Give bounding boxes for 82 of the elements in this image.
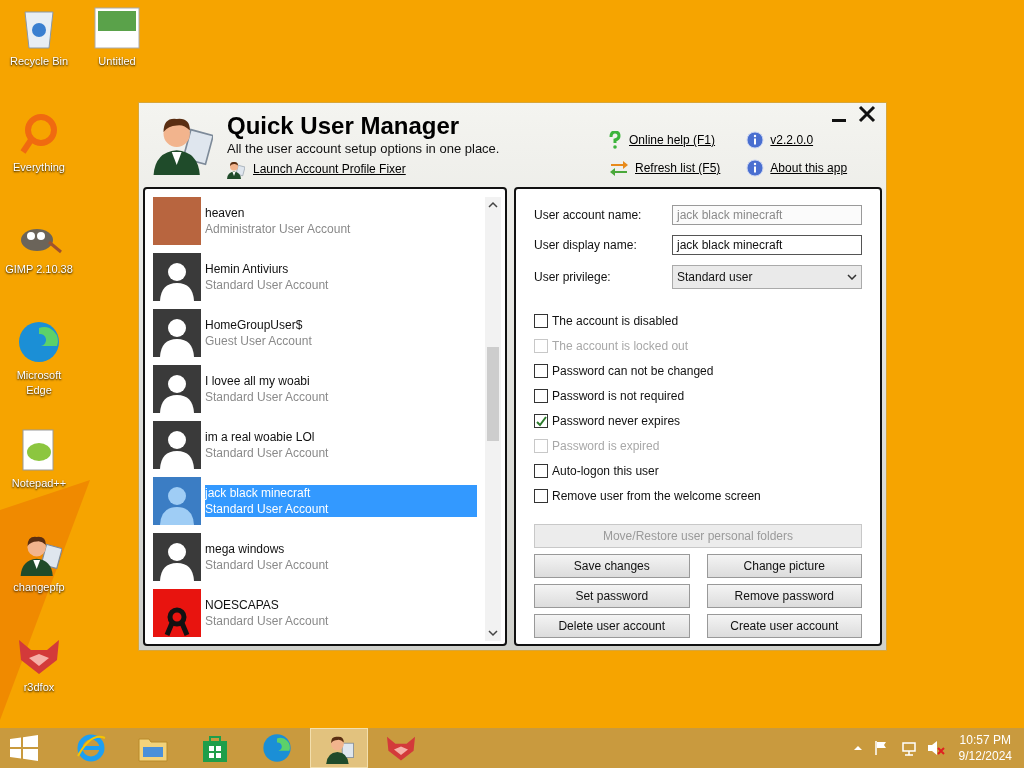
photo-placeholder [153, 197, 201, 245]
checkbox[interactable] [534, 389, 548, 403]
checkbox[interactable] [534, 464, 548, 478]
user-list-item[interactable]: mega windows Standard User Account [153, 533, 481, 581]
user-name: mega windows [205, 541, 286, 557]
user-name: NOESCAPAS [205, 597, 280, 613]
privilege-dropdown[interactable]: Standard user [672, 265, 862, 289]
speaker-muted-icon[interactable] [926, 740, 945, 756]
avatar-picture [153, 589, 201, 637]
checkbox-label: Password is expired [552, 438, 660, 455]
checkbox-label: The account is disabled [552, 313, 679, 330]
profile-fixer-icon [225, 159, 245, 179]
account-type: Administrator User Account [205, 221, 352, 237]
user-list-item[interactable]: Hemin Antiviurs Standard User Account [153, 253, 481, 301]
action-button[interactable]: Change picture [706, 554, 862, 578]
close-icon[interactable] [858, 105, 876, 123]
checkbox[interactable] [534, 364, 548, 378]
avatar-silhouette [153, 421, 201, 469]
store-bag-icon[interactable] [201, 733, 229, 763]
checkbox[interactable] [534, 314, 548, 328]
action-button[interactable]: Save changes [534, 554, 690, 578]
checkbox-label: Password is not required [552, 388, 685, 405]
checkbox-label: Password never expires [552, 413, 681, 430]
about-link[interactable]: About this app [770, 159, 848, 177]
info-icon [746, 159, 765, 177]
user-name: HomeGroupUser$ [205, 317, 304, 333]
action-button[interactable]: Create user account [706, 614, 862, 638]
action-button[interactable]: Set password [534, 584, 690, 608]
action-button[interactable]: Delete user account [534, 614, 690, 638]
checkbox-label: Remove user from the welcome screen [552, 488, 761, 505]
user-list-item[interactable]: NOESCAPAS Standard User Account [153, 589, 481, 637]
internet-explorer-icon[interactable] [75, 732, 107, 764]
account-type: Standard User Account [205, 613, 330, 629]
online-help-link[interactable]: Online help (F1) [629, 131, 716, 149]
account-type: Guest User Account [205, 333, 313, 349]
avatar-silhouette [153, 253, 201, 301]
user-name: I lovee all my woabi [205, 373, 311, 389]
info-icon [746, 131, 765, 149]
avatar-silhouette [153, 477, 201, 525]
account-type: Standard User Account [205, 445, 330, 461]
refresh-list-link[interactable]: Refresh list (F5) [635, 159, 721, 177]
checkbox-label: The account is locked out [552, 338, 689, 355]
user-name: Hemin Antiviurs [205, 261, 290, 277]
caret-icon [847, 274, 857, 280]
account-type: Standard User Account [205, 277, 330, 293]
windows-start-icon[interactable] [10, 735, 38, 761]
user-name: jack black minecraft [205, 485, 312, 501]
scrollbar[interactable] [485, 197, 501, 641]
avatar-silhouette [153, 309, 201, 357]
user-list-item[interactable]: HomeGroupUser$ Guest User Account [153, 309, 481, 357]
user-list-item[interactable]: im a real woabie LOl Standard User Account [153, 421, 481, 469]
fox-logo-icon[interactable] [384, 734, 418, 762]
checkbox[interactable] [534, 414, 548, 428]
app-subtitle: All the user account setup options in one place. [227, 141, 500, 157]
avatar-silhouette [153, 533, 201, 581]
user-list-item[interactable]: I lovee all my woabi Standard User Account [153, 365, 481, 413]
checkbox-label: Auto-logon this user [552, 463, 659, 480]
image-file-icon [94, 6, 140, 50]
field-label: User privilege: [534, 269, 611, 286]
refresh-arrows-icon [609, 159, 629, 177]
flag-icon[interactable] [872, 740, 889, 756]
account-type: Standard User Account [205, 557, 330, 573]
help-icon [609, 131, 621, 149]
account-type: Standard User Account [205, 389, 330, 405]
taskbar-button[interactable] [310, 728, 368, 768]
text-field[interactable]: jack black minecraft [672, 235, 862, 255]
avatar-silhouette [153, 365, 201, 413]
user-name: heaven [205, 205, 246, 221]
checkbox-label: Password can not be changed [552, 363, 714, 380]
user-name: im a real woabie LOl [205, 429, 316, 445]
app-title: Quick User Manager [227, 111, 461, 141]
account-type: Standard User Account [205, 501, 330, 517]
field-label: User display name: [534, 237, 637, 254]
version-link[interactable]: v2.2.0.0 [770, 131, 814, 149]
checkbox[interactable] [534, 489, 548, 503]
edge-icon[interactable] [262, 733, 292, 763]
user-list-item[interactable]: heaven Administrator User Account [153, 197, 481, 245]
edge-icon [17, 320, 61, 364]
field-label: User account name: [534, 207, 642, 224]
profile-fixer-link[interactable]: Launch Account Profile Fixer [253, 160, 406, 178]
action-button[interactable]: Remove password [706, 584, 862, 608]
tray-arrow-icon[interactable] [852, 744, 863, 752]
